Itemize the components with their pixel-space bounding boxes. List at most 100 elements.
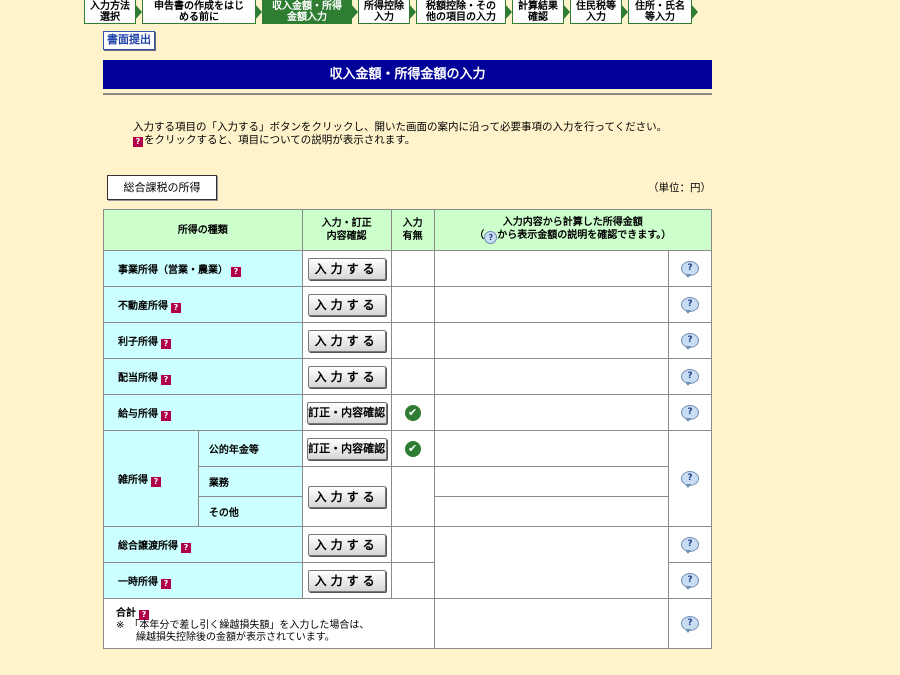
instruction-line-2-text: をクリックすると、項目についての説明が表示されます。 <box>144 134 416 146</box>
explanation-icon[interactable]: ? <box>681 573 699 590</box>
step-1[interactable]: 入力方法 選択 <box>84 0 142 24</box>
row-label-text: 一時所得 <box>118 576 158 588</box>
step-8[interactable]: 住所・氏名 等入力 <box>628 0 698 24</box>
status-cell <box>390 250 435 287</box>
confirm-button-pension[interactable]: 訂正・内容確認 <box>306 437 387 460</box>
explanation-icon[interactable]: ? <box>681 333 699 350</box>
amount-cell <box>433 526 670 599</box>
input-button-transfer[interactable]: 入力する <box>307 533 386 556</box>
row-label-interest: 利子所得? <box>103 322 303 359</box>
page-title: 収入金額・所得金額の入力 <box>103 60 712 89</box>
help-icon[interactable]: ? <box>231 266 241 277</box>
sublabel-other: その他 <box>197 496 303 527</box>
input-cell: 入力する <box>301 358 392 395</box>
instruction-line-1: 入力する項目の「入力する」ボタンをクリックし、開いた画面の案内に沿って必要事項の… <box>133 121 668 133</box>
row-label-transfer: 総合譲渡所得? <box>103 526 303 563</box>
input-cell: 訂正・内容確認 <box>301 394 392 431</box>
status-cell <box>390 286 435 323</box>
step-4[interactable]: 所得控除 入力 <box>358 0 416 24</box>
step-7[interactable]: 住民税等 入力 <box>570 0 628 24</box>
explain-cell: ? <box>668 598 712 649</box>
help-icon[interactable]: ? <box>161 410 171 421</box>
step-5[interactable]: 税額控除・その 他の項目の入力 <box>416 0 512 24</box>
explanation-icon[interactable]: ? <box>681 297 699 314</box>
header-input-line2: 内容確認 <box>326 231 367 242</box>
row-label-misc: 雑所得? <box>103 430 199 527</box>
explanation-icon[interactable]: ? <box>681 405 699 422</box>
table-row: 不動産所得? 入力する ? <box>103 286 712 323</box>
check-icon: ✔ <box>404 404 421 421</box>
input-button-occasional[interactable]: 入力する <box>307 569 386 592</box>
title-divider <box>103 93 712 95</box>
explain-cell: ? <box>668 394 712 431</box>
explanation-icon[interactable]: ? <box>681 471 699 488</box>
info-icon: ? <box>484 231 498 244</box>
step-3: 収入金額・所得 金額入力 <box>262 0 358 24</box>
header-amount-paren: （ <box>474 230 485 241</box>
header-amount-line2: から表示金額の説明を確認できます。） <box>497 230 672 241</box>
amount-cell <box>433 286 670 323</box>
help-icon[interactable]: ? <box>161 338 171 349</box>
explanation-icon[interactable]: ? <box>681 537 699 554</box>
table-row: 給与所得? 訂正・内容確認 ✔ ? <box>103 394 712 431</box>
input-button-real-estate[interactable]: 入力する <box>307 293 386 316</box>
header-status-line1: 入力 <box>402 218 423 229</box>
amount-cell <box>433 322 670 359</box>
instructions: 入力する項目の「入力する」ボタンをクリックし、開いた画面の案内に沿って必要事項の… <box>133 121 667 147</box>
explain-cell: ? <box>668 286 712 323</box>
input-button-misc-business[interactable]: 入力する <box>307 485 386 508</box>
row-label-total: 合計? ※ 「本年分で差し引く繰越損失額」を入力した場合は、 繰越損失控除後の金… <box>103 598 435 649</box>
row-label-occasional: 一時所得? <box>103 562 303 599</box>
amount-cell-total <box>433 598 670 649</box>
amount-cell <box>433 358 670 395</box>
explanation-icon[interactable]: ? <box>681 261 699 278</box>
input-cell: 入力する <box>301 322 392 359</box>
section-label: 総合課税の所得 <box>107 175 217 200</box>
total-note-1: ※ 「本年分で差し引く繰越損失額」を入力した場合は、 <box>116 619 370 631</box>
header-input: 入力・訂正 内容確認 <box>301 209 392 251</box>
status-cell <box>390 466 435 527</box>
help-icon[interactable]: ? <box>161 374 171 385</box>
explanation-icon[interactable]: ? <box>681 616 699 633</box>
row-label-text: 事業所得（営業・農業） <box>118 264 228 276</box>
step-6[interactable]: 計算結果 確認 <box>512 0 570 24</box>
help-icon[interactable]: ? <box>161 578 171 589</box>
explain-cell: ? <box>668 526 712 563</box>
input-cell: 入力する <box>301 466 392 527</box>
table-row: 配当所得? 入力する ? <box>103 358 712 395</box>
step-2[interactable]: 申告書の作成をはじ める前に <box>142 0 262 24</box>
help-icon[interactable]: ? <box>181 542 191 553</box>
input-button-interest[interactable]: 入力する <box>307 329 386 352</box>
explanation-icon[interactable]: ? <box>681 369 699 386</box>
amount-cell <box>433 250 670 287</box>
amount-cell <box>433 496 670 527</box>
status-cell <box>390 562 435 599</box>
status-cell: ✔ <box>390 394 435 431</box>
header-status: 入力 有無 <box>390 209 435 251</box>
row-label-text: 総合譲渡所得 <box>118 540 178 552</box>
paper-submission-button[interactable]: 書面提出 <box>103 31 155 50</box>
help-icon[interactable]: ? <box>139 609 149 620</box>
row-label-real-estate: 不動産所得? <box>103 286 303 323</box>
explain-cell: ? <box>668 562 712 599</box>
status-cell <box>390 358 435 395</box>
amount-cell <box>433 430 670 467</box>
help-icon[interactable]: ? <box>171 302 181 313</box>
row-label-text: 給与所得 <box>118 408 158 420</box>
sublabel-pension: 公的年金等 <box>197 430 303 467</box>
amount-cell <box>433 466 670 497</box>
table-row: 事業所得（営業・農業）? 入力する ? <box>103 250 712 287</box>
confirm-button-salary[interactable]: 訂正・内容確認 <box>306 401 387 424</box>
input-cell: 訂正・内容確認 <box>301 430 392 467</box>
input-button-business[interactable]: 入力する <box>307 257 386 280</box>
input-cell: 入力する <box>301 250 392 287</box>
help-icon[interactable]: ? <box>151 476 161 487</box>
progress-steps: 入力方法 選択 申告書の作成をはじ める前に 収入金額・所得 金額入力 所得控除 入力… <box>84 0 698 24</box>
input-cell: 入力する <box>301 526 392 563</box>
explain-cell: ? <box>668 358 712 395</box>
explain-cell: ? <box>668 430 712 527</box>
row-label-dividend: 配当所得? <box>103 358 303 395</box>
unit-label: （単位：円） <box>648 182 711 194</box>
input-button-dividend[interactable]: 入力する <box>307 365 386 388</box>
input-cell: 入力する <box>301 562 392 599</box>
